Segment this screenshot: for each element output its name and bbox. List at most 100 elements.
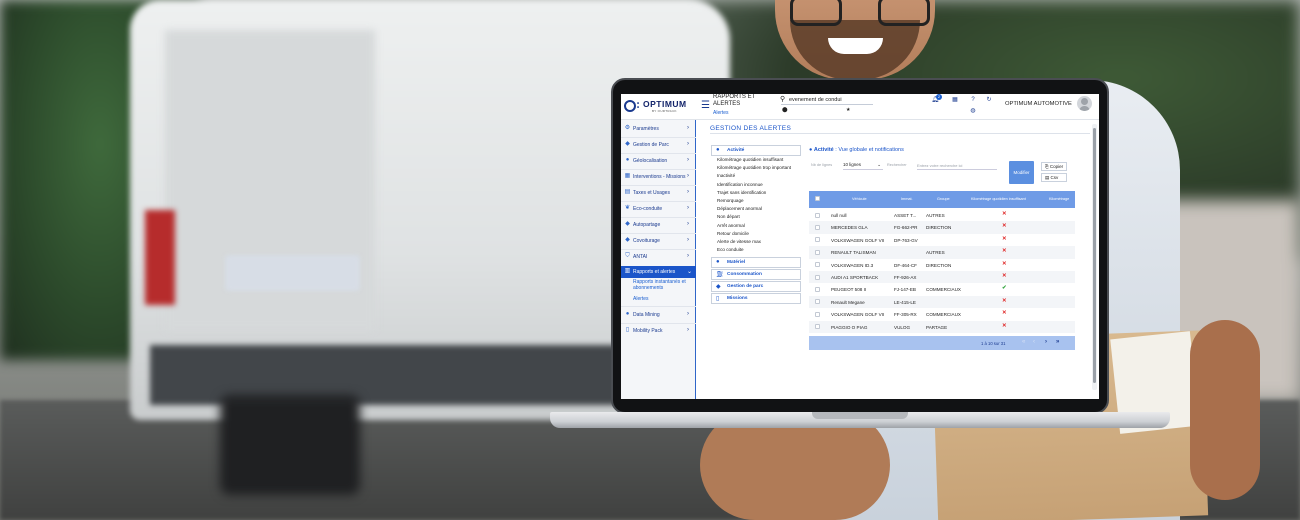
row-checkbox[interactable] bbox=[815, 286, 820, 292]
column-header-mileage-low[interactable]: Kilométrage quotidien insuffisant bbox=[971, 197, 1026, 201]
sidebar-item-label: Interventions - Missions bbox=[633, 174, 686, 180]
column-header-vehicle[interactable]: Véhicule bbox=[852, 197, 867, 201]
sidebar-item-data-mining[interactable]: ● Data Mining › bbox=[621, 309, 696, 321]
optimum-logo[interactable]: • • OPTIMUM BY OURTRACK bbox=[624, 98, 694, 116]
first-page-icon[interactable]: « bbox=[1022, 339, 1025, 345]
alert-item[interactable]: Kilométrage quotidien trop important bbox=[717, 165, 791, 170]
breadcrumb-link[interactable]: Alertes bbox=[713, 110, 729, 116]
row-checkbox[interactable] bbox=[815, 311, 820, 317]
row-checkbox[interactable] bbox=[815, 224, 820, 230]
alert-item[interactable]: Déplacement anormal bbox=[717, 206, 762, 211]
category-missions[interactable]: ▯ Missions bbox=[711, 293, 801, 304]
alert-item[interactable]: Alerte de vitesse max bbox=[717, 239, 761, 244]
table-row[interactable]: VOLKSWAGEN GOLF VII DP-763-GV ✕ bbox=[809, 234, 1075, 246]
category-label: Consommation bbox=[727, 272, 762, 277]
row-checkbox[interactable] bbox=[815, 249, 820, 255]
table-row[interactable]: MERCEDES GLA FG-662-PR DIRECTION ✕ bbox=[809, 221, 1075, 234]
row-checkbox[interactable] bbox=[815, 262, 820, 268]
sidebar-item-antai[interactable]: ⛉ ANTAI › bbox=[621, 251, 696, 263]
category-activite[interactable]: ● Activité bbox=[711, 145, 801, 156]
overview-title-bold: Activité bbox=[813, 147, 834, 153]
location-pin-icon: ● bbox=[716, 259, 720, 265]
alert-item[interactable]: Remorquage bbox=[717, 198, 744, 203]
alert-item[interactable]: Arrêt anormal bbox=[717, 223, 745, 228]
user-avatar[interactable] bbox=[1077, 96, 1092, 111]
csv-button[interactable]: ▤ Csv bbox=[1041, 173, 1067, 182]
rows-select[interactable]: 10 lignes ⌄ bbox=[843, 162, 883, 170]
sidebar-item-gestion-parc[interactable]: ◆ Gestion de Parc › bbox=[621, 139, 696, 151]
table-search-input[interactable]: Entrez votre recherche ici bbox=[917, 163, 997, 170]
cell-vehicle: VOLKSWAGEN GOLF VII bbox=[831, 312, 885, 318]
sidebar-item-autopartage[interactable]: ◆ Autopartage › bbox=[621, 219, 696, 231]
calendar-icon: ▦ bbox=[624, 173, 631, 179]
alert-item[interactable]: Non départ bbox=[717, 214, 740, 219]
table-row[interactable]: AUDI A1 SPORTBACK FF-926-AX ✕ bbox=[809, 271, 1075, 284]
chevron-right-icon: › bbox=[687, 311, 689, 317]
column-header-group[interactable]: Groupe bbox=[937, 197, 950, 201]
table-row[interactable]: VOLKSWAGEN GOLF VII FF-305-RX COMMERCIAUX ✕ bbox=[809, 308, 1075, 320]
select-all-checkbox[interactable] bbox=[815, 196, 820, 201]
sidebar-subitem-rapports-instantanes[interactable]: Rapports instantanés et abonnements bbox=[633, 279, 693, 291]
help-icon[interactable]: ? bbox=[969, 96, 977, 104]
modify-button[interactable]: Modifier bbox=[1009, 161, 1034, 184]
cell-group: AUTRES bbox=[926, 250, 945, 256]
sidebar-item-label: Data Mining bbox=[633, 312, 660, 318]
menu-toggle-icon[interactable]: ☰ bbox=[701, 100, 710, 111]
sidebar-divider bbox=[621, 323, 696, 324]
column-header-plate[interactable]: Immat. bbox=[901, 197, 913, 201]
status-no-icon: ✕ bbox=[1002, 248, 1007, 255]
category-label: Matériel bbox=[727, 260, 746, 265]
sidebar-item-interventions[interactable]: ▦ Interventions - Missions › bbox=[621, 171, 696, 183]
sidebar-subitem-alertes[interactable]: Alertes bbox=[633, 296, 693, 302]
next-page-icon[interactable]: › bbox=[1045, 339, 1047, 345]
location-pin-icon[interactable]: ⬤ bbox=[782, 107, 788, 113]
refresh-icon[interactable]: ↻ bbox=[985, 96, 993, 104]
title-divider bbox=[710, 133, 1090, 134]
table-row[interactable]: RENAULT TALISMAN AUTRES ✕ bbox=[809, 246, 1075, 259]
prev-page-icon[interactable]: ‹ bbox=[1033, 339, 1035, 345]
table-header: Véhicule Immat. Groupe Kilométrage quoti… bbox=[809, 191, 1075, 208]
alert-item[interactable]: Eco conduite bbox=[717, 247, 744, 252]
shield-icon: ⛉ bbox=[625, 253, 630, 259]
sidebar-divider bbox=[621, 185, 696, 186]
table-row[interactable]: VOLKSWAGEN ID.3 DF-464-CF DIRECTION ✕ bbox=[809, 259, 1075, 271]
row-checkbox[interactable] bbox=[815, 324, 820, 330]
van-wheel bbox=[220, 395, 360, 495]
scrollbar-thumb[interactable] bbox=[1093, 128, 1096, 383]
search-input[interactable] bbox=[789, 95, 871, 104]
column-header-mileage[interactable]: Kilométrage bbox=[1049, 197, 1069, 201]
category-consommation[interactable]: ⛽︎ Consommation bbox=[711, 269, 801, 280]
table-row[interactable]: null null ASSET T... AUTRES ✕ bbox=[809, 209, 1075, 221]
logo-text: OPTIMUM bbox=[643, 99, 687, 109]
globe-icon[interactable]: ◍ bbox=[969, 107, 977, 115]
alert-item[interactable]: Retour domicile bbox=[717, 231, 749, 236]
sidebar-item-parametres[interactable]: ⚙ Paramètres › bbox=[621, 123, 696, 135]
sidebar-item-taxes[interactable]: ▤ Taxes et Usages › bbox=[621, 187, 696, 199]
row-checkbox[interactable] bbox=[815, 212, 820, 218]
copy-button[interactable]: ⎘ Copier bbox=[1041, 162, 1067, 171]
table-row[interactable]: PIAGGIO O PIAG VULOG PARTAGE ✕ bbox=[809, 320, 1075, 333]
category-gestion-parc[interactable]: ◆ Gestion de parc bbox=[711, 281, 801, 292]
sidebar-item-geolocalisation[interactable]: ● Géolocalisation › bbox=[621, 155, 696, 167]
alert-item[interactable]: Trajet sans identification bbox=[717, 190, 766, 195]
star-icon[interactable]: ★ bbox=[846, 107, 850, 113]
calendar-icon[interactable]: ▦ bbox=[951, 96, 959, 104]
sidebar-item-rapports-alertes[interactable]: ▥ Rapports et alertes ⌄ bbox=[621, 266, 696, 278]
sidebar-item-covoiturage[interactable]: ◆ Covoiturage › bbox=[621, 235, 696, 247]
logo-dots-icon: • • bbox=[637, 101, 640, 111]
alert-item[interactable]: Identification inconnue bbox=[717, 182, 763, 187]
alert-item[interactable]: Kilométrage quotidien insuffisant bbox=[717, 157, 783, 162]
last-page-icon[interactable]: » bbox=[1056, 339, 1059, 345]
cell-vehicle: PIAGGIO O PIAG bbox=[831, 324, 868, 330]
table-row[interactable]: Renault Megane LE-415-LE ✕ bbox=[809, 295, 1075, 309]
category-materiel[interactable]: ● Matériel bbox=[711, 257, 801, 268]
sidebar-item-mobility-pack[interactable]: ▯ Mobility Pack › bbox=[621, 325, 696, 337]
table-row[interactable]: PEUGEOT 508 II FJ-147-EB COMMERCIAUX ✔ bbox=[809, 283, 1075, 295]
sidebar-item-eco-conduite[interactable]: ❦ Eco-conduite › bbox=[621, 203, 696, 215]
row-checkbox[interactable] bbox=[815, 299, 820, 305]
search-icon[interactable]: ⚲ bbox=[780, 95, 785, 103]
cell-vehicle: AUDI A1 SPORTBACK bbox=[831, 275, 879, 280]
row-checkbox[interactable] bbox=[815, 237, 820, 243]
alert-item[interactable]: Inactivité bbox=[717, 173, 735, 178]
row-checkbox[interactable] bbox=[815, 274, 820, 280]
